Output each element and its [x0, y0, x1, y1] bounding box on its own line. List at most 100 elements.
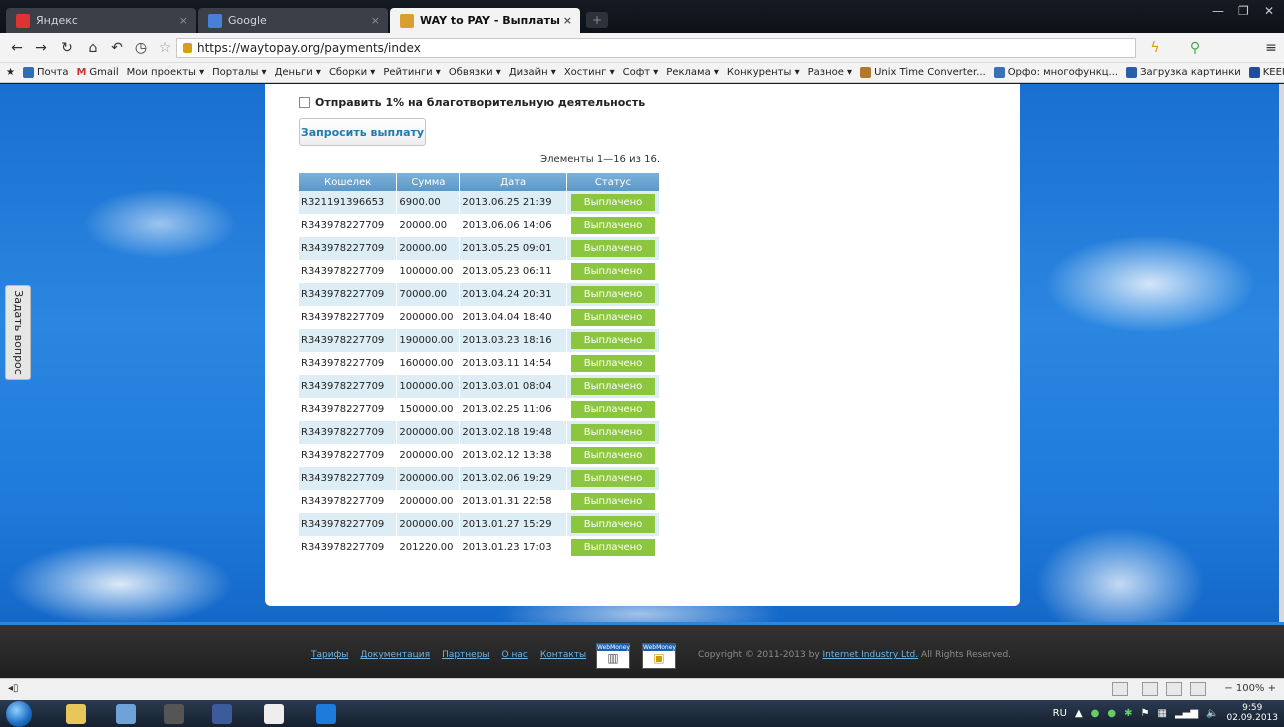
forward-icon[interactable]: →: [32, 39, 50, 57]
ask-question-tab[interactable]: Задать вопрос: [5, 285, 31, 380]
bookmark-item[interactable]: Разное ▾: [808, 67, 852, 78]
menu-icon[interactable]: ≡: [1262, 39, 1280, 57]
cell-wallet: R321191396653: [299, 191, 398, 214]
cell-wallet: R343978227709: [299, 260, 398, 283]
clock-icon: [860, 67, 872, 78]
bookmark-item[interactable]: Unix Time Converter...: [860, 67, 986, 78]
waytopay-icon: [400, 13, 414, 28]
sound-toggle-icon[interactable]: ◂▯: [8, 683, 19, 694]
minimize-icon[interactable]: —: [1212, 4, 1224, 18]
google-icon: [208, 13, 222, 28]
zoom-level[interactable]: − 100% +: [1224, 683, 1276, 694]
charity-checkbox[interactable]: [299, 97, 310, 108]
cell-wallet: R343978227709: [299, 329, 398, 352]
turbo-icon[interactable]: [1142, 682, 1158, 696]
lightning-icon[interactable]: ϟ: [1146, 39, 1164, 57]
charity-checkbox-row[interactable]: Отправить 1% на благотворительную деятел…: [299, 96, 645, 109]
url-text: https://waytopay.org/payments/index: [197, 41, 421, 55]
column-header-date[interactable]: Дата: [459, 173, 568, 191]
tray-app-icon[interactable]: ✱: [1124, 708, 1132, 719]
tab-yandex[interactable]: Яндекс ×: [6, 8, 196, 33]
search-icon[interactable]: ⚲: [1186, 39, 1204, 57]
tray-app-icon[interactable]: ●: [1091, 708, 1100, 719]
calculator-icon[interactable]: [116, 704, 136, 724]
bookmark-item[interactable]: Обвязки ▾: [449, 67, 501, 78]
star-icon[interactable]: ☆: [156, 39, 174, 57]
panel-icon[interactable]: [1190, 682, 1206, 696]
bookmark-item[interactable]: Почта: [22, 67, 68, 78]
bookmark-item[interactable]: Рейтинги ▾: [383, 67, 441, 78]
column-header-status[interactable]: Статус: [566, 173, 660, 191]
url-input[interactable]: https://waytopay.org/payments/index: [176, 38, 1136, 58]
close-window-icon[interactable]: ✕: [1264, 4, 1274, 18]
start-button[interactable]: [6, 701, 32, 727]
tab-google[interactable]: Google ×: [198, 8, 388, 33]
company-link[interactable]: Internet Industry Ltd.: [823, 650, 919, 660]
explorer-icon[interactable]: [66, 704, 86, 724]
bookmark-item[interactable]: Реклама ▾: [666, 67, 719, 78]
tab-waytopay[interactable]: WAY to PAY - Выплаты ×: [390, 8, 580, 33]
webmoney-badge[interactable]: WebMoney ▥: [596, 643, 630, 669]
cell-date: 2013.04.24 20:31: [459, 283, 568, 306]
network-icon[interactable]: ▦: [1157, 708, 1166, 719]
reload-icon[interactable]: ↻: [58, 39, 76, 57]
cell-wallet: R343978227709: [299, 536, 398, 559]
status-badge: Выплачено: [571, 263, 656, 280]
request-payout-button[interactable]: Запросить выплату: [299, 118, 426, 146]
bookmark-item[interactable]: Деньги ▾: [275, 67, 321, 78]
bookmark-item[interactable]: Хостинг ▾: [564, 67, 615, 78]
bookmark-item[interactable]: Мои проекты ▾: [127, 67, 205, 78]
undo-icon[interactable]: ↶: [108, 39, 126, 57]
bookmark-item[interactable]: Софт ▾: [623, 67, 659, 78]
signal-icon[interactable]: ▂▄▆: [1175, 708, 1198, 719]
cell-date: 2013.02.12 13:38: [459, 444, 568, 467]
bookmark-item[interactable]: Орфо: многофункц...: [993, 67, 1118, 78]
new-tab-button[interactable]: +: [586, 12, 608, 28]
bookmark-item[interactable]: KEENETIC: [1248, 67, 1284, 78]
volume-icon[interactable]: 🔈: [1206, 708, 1218, 719]
footer-link-partners[interactable]: Партнеры: [442, 650, 489, 660]
payments-table-body: R321191396653 6900.00 2013.06.25 21:39 Выпл…: [299, 191, 660, 559]
cell-date: 2013.01.27 15:29: [459, 513, 568, 536]
language-indicator[interactable]: RU: [1053, 708, 1067, 719]
column-header-wallet[interactable]: Кошелек: [299, 173, 398, 191]
footer-link-contacts[interactable]: Контакты: [540, 650, 586, 660]
bookmark-item[interactable]: Дизайн ▾: [509, 67, 556, 78]
tray-expand-icon[interactable]: ▲: [1075, 708, 1083, 719]
table-row: R343978227709 190000.00 2013.03.23 18:16 Вы…: [299, 329, 660, 352]
footer-link-docs[interactable]: Документация: [360, 650, 430, 660]
browser-task-icon[interactable]: [316, 704, 336, 724]
bookmark-item[interactable]: Конкуренты ▾: [727, 67, 800, 78]
footer-link-tariffs[interactable]: Тарифы: [311, 650, 348, 660]
app-icon[interactable]: [164, 704, 184, 724]
table-row: R343978227709 201220.00 2013.01.23 17:03 Вы…: [299, 536, 660, 559]
cell-wallet: R343978227709: [299, 444, 398, 467]
bookmark-item[interactable]: Порталы ▾: [212, 67, 266, 78]
fullscreen-icon[interactable]: [1166, 682, 1182, 696]
bookmark-item[interactable]: M Gmail: [76, 67, 118, 78]
payments-table: Кошелек Сумма Дата Статус R321191396653 6…: [299, 173, 660, 559]
back-icon[interactable]: ←: [8, 39, 26, 57]
close-icon[interactable]: ×: [563, 14, 572, 27]
footer-link-about[interactable]: О нас: [502, 650, 528, 660]
cell-status: Выплачено: [566, 375, 660, 398]
image-toggle-icon[interactable]: [1112, 682, 1128, 696]
column-header-amount[interactable]: Сумма: [396, 173, 461, 191]
page-scrollbar[interactable]: [1279, 84, 1284, 678]
bookmark-item[interactable]: Загрузка картинки: [1126, 67, 1241, 78]
restore-icon[interactable]: ❐: [1238, 4, 1249, 18]
bookmark-item[interactable]: Сборки ▾: [329, 67, 375, 78]
history-icon[interactable]: ◷: [132, 39, 150, 57]
webmoney-badge[interactable]: WebMoney ▣: [642, 643, 676, 669]
cell-amount: 200000.00: [396, 421, 461, 444]
cell-amount: 200000.00: [396, 490, 461, 513]
site-footer: Тарифы Документация Партнеры О нас Конта…: [0, 622, 1284, 678]
app-icon[interactable]: [264, 704, 284, 724]
close-icon[interactable]: ×: [179, 14, 188, 27]
clock[interactable]: 9:59 02.09.2013: [1226, 703, 1278, 723]
flag-icon[interactable]: ⚑: [1141, 708, 1150, 719]
tray-app-icon[interactable]: ●: [1107, 708, 1116, 719]
app-icon[interactable]: [212, 704, 232, 724]
close-icon[interactable]: ×: [371, 14, 380, 27]
home-icon[interactable]: ⌂: [84, 39, 102, 57]
